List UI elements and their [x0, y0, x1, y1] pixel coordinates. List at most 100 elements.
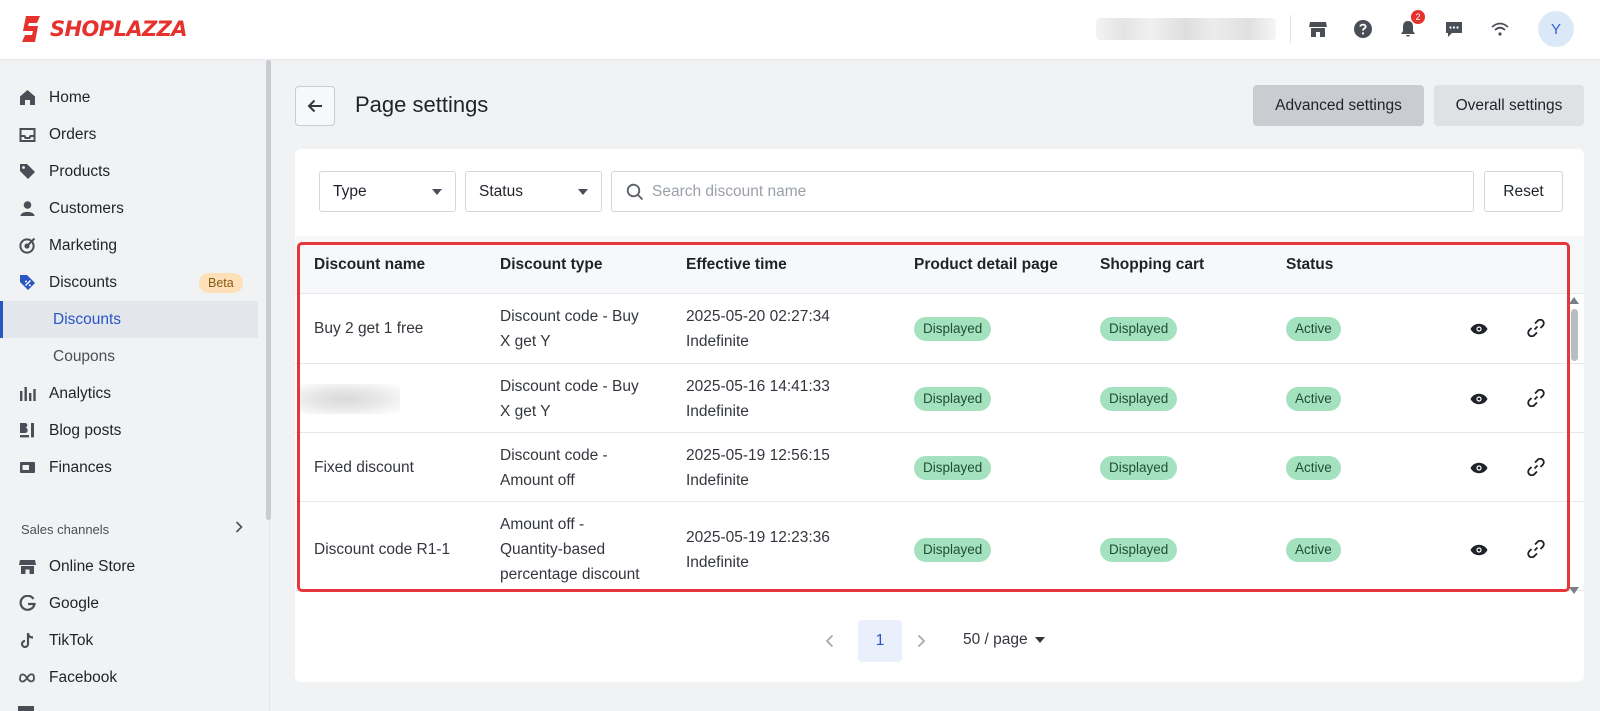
copy-link-icon[interactable] — [1525, 387, 1547, 409]
discount-name: Buy 2 get 1 free — [314, 320, 424, 337]
discount-name: Discount code R1-1 — [314, 541, 451, 558]
overall-settings-button[interactable]: Overall settings — [1434, 85, 1584, 126]
cart-status-badge: Displayed — [1100, 387, 1178, 411]
sidebar-item-online-store[interactable]: Online Store — [0, 548, 258, 585]
inbox-icon — [18, 126, 36, 144]
scroll-down-arrow-icon[interactable] — [1569, 587, 1579, 594]
reset-button[interactable]: Reset — [1484, 171, 1563, 212]
bell-icon[interactable]: 2 — [1396, 10, 1425, 41]
top-bar: SHOPLAZZA 2 Y — [0, 0, 1600, 60]
page-size-select[interactable]: 50 / page — [963, 631, 1045, 649]
chevron-right-icon[interactable] — [232, 520, 246, 534]
sidebar-item-blog-posts[interactable]: Blog posts — [0, 412, 258, 449]
table-row[interactable]: Discount code - Buy X get Y 2025-05-16 1… — [295, 364, 1584, 433]
effective-time-end: Indefinite — [686, 554, 749, 571]
tag-icon — [18, 163, 36, 181]
discount-type-line2: X get Y — [500, 403, 551, 420]
type-filter-select[interactable]: Type — [319, 171, 456, 212]
discount-type-line1: Amount off - — [500, 516, 585, 533]
discount-type-line2: X get Y — [500, 333, 551, 350]
store-name-blurred — [1096, 18, 1276, 40]
search-icon — [626, 183, 644, 200]
target-icon — [18, 237, 36, 255]
sidebar-item-finances[interactable]: Finances — [0, 449, 258, 486]
arrow-left-icon — [307, 99, 322, 113]
page-number-button[interactable]: 1 — [858, 620, 902, 662]
discount-type-line1: Discount code - Buy — [500, 378, 639, 395]
column-header: Product detail page — [914, 256, 1058, 273]
status-filter-select[interactable]: Status — [465, 171, 602, 212]
notification-badge: 2 — [1411, 10, 1425, 24]
table-row[interactable]: Buy 2 get 1 free Discount code - Buy X g… — [295, 294, 1584, 364]
sidebar-item-label: Orders — [49, 125, 97, 143]
sidebar-subitem-discounts[interactable]: Discounts — [0, 301, 258, 338]
copy-link-icon[interactable] — [1525, 456, 1547, 478]
discount-list-card: Type Status Reset Discount name Discount… — [295, 149, 1584, 682]
table-row[interactable]: Discount code R1-1 Amount off - Quantity… — [295, 502, 1584, 590]
sidebar-item-facebook[interactable]: Facebook — [0, 659, 258, 696]
shoplazza-logo[interactable]: SHOPLAZZA — [20, 14, 187, 44]
message-icon[interactable] — [1442, 17, 1466, 41]
user-icon — [18, 200, 36, 218]
effective-time-start: 2025-05-19 12:56:15 — [686, 447, 830, 464]
pdp-status-badge: Displayed — [914, 387, 992, 411]
wifi-icon[interactable] — [1488, 17, 1512, 41]
sidebar-item-tiktok[interactable]: TikTok — [0, 622, 258, 659]
preview-eye-icon[interactable] — [1468, 388, 1490, 410]
back-button[interactable] — [295, 86, 335, 126]
preview-eye-icon[interactable] — [1468, 318, 1490, 340]
search-box[interactable] — [611, 171, 1474, 212]
blog-icon — [18, 422, 36, 440]
next-page-button[interactable] — [911, 631, 931, 651]
caret-down-icon — [1034, 637, 1045, 643]
discount-type-line2: Quantity-based — [500, 541, 606, 558]
column-header: Discount type — [500, 256, 603, 273]
page-size-label: 50 / page — [963, 631, 1028, 648]
caret-down-icon — [578, 189, 588, 195]
status-badge: Active — [1286, 317, 1341, 341]
column-header: Discount name — [314, 256, 426, 273]
preview-eye-icon[interactable] — [1468, 457, 1490, 479]
tiktok-icon — [18, 632, 36, 650]
top-divider — [1290, 15, 1291, 43]
sidebar-item-label: Products — [49, 162, 111, 180]
next-channel-icon — [18, 706, 34, 711]
discount-type-line1: Discount code - Buy — [500, 308, 639, 325]
sales-channels-heading: Sales channels — [21, 522, 110, 537]
cart-status-badge: Displayed — [1100, 317, 1178, 341]
discount-type-line2: Amount off — [500, 472, 575, 489]
copy-link-icon[interactable] — [1525, 538, 1547, 560]
sidebar-subitem-coupons[interactable]: Coupons — [0, 338, 258, 375]
help-icon[interactable] — [1351, 17, 1375, 41]
chevron-left-icon — [825, 634, 834, 648]
previous-page-button[interactable] — [820, 631, 840, 651]
avatar[interactable]: Y — [1538, 11, 1574, 47]
advanced-settings-button[interactable]: Advanced settings — [1253, 85, 1424, 126]
sidebar-item-google[interactable]: Google — [0, 585, 258, 622]
sidebar-item-analytics[interactable]: Analytics — [0, 375, 258, 412]
table-row[interactable]: Fixed discount Discount code - Amount of… — [295, 433, 1584, 502]
search-input[interactable] — [652, 182, 1472, 201]
sidebar-item-label: Discounts — [49, 273, 118, 291]
store-icon[interactable] — [1306, 17, 1330, 41]
chevron-right-icon — [917, 634, 926, 648]
sidebar-item-label: Home — [49, 88, 91, 106]
sidebar-item-home[interactable]: Home — [0, 79, 258, 116]
sidebar-item-products[interactable]: Products — [0, 153, 258, 190]
preview-eye-icon[interactable] — [1468, 539, 1490, 561]
brand-name: SHOPLAZZA — [50, 17, 187, 41]
scroll-up-arrow-icon[interactable] — [1569, 297, 1579, 304]
table-scrollbar-thumb[interactable] — [1571, 309, 1578, 361]
logo-mark-icon — [22, 16, 40, 42]
pdp-status-badge: Displayed — [914, 317, 992, 341]
page-title: Page settings — [355, 92, 489, 117]
sidebar-item-orders[interactable]: Orders — [0, 116, 258, 153]
sidebar-item-customers[interactable]: Customers — [0, 190, 258, 227]
caret-down-icon — [432, 189, 442, 195]
sidebar-item-marketing[interactable]: Marketing — [0, 227, 258, 264]
sidebar-item-label: Google — [49, 594, 99, 612]
copy-link-icon[interactable] — [1525, 317, 1547, 339]
sidebar-item-discounts[interactable]: Discounts Beta — [0, 264, 258, 301]
sidebar-scrollbar[interactable] — [266, 60, 271, 520]
effective-time-end: Indefinite — [686, 403, 749, 420]
